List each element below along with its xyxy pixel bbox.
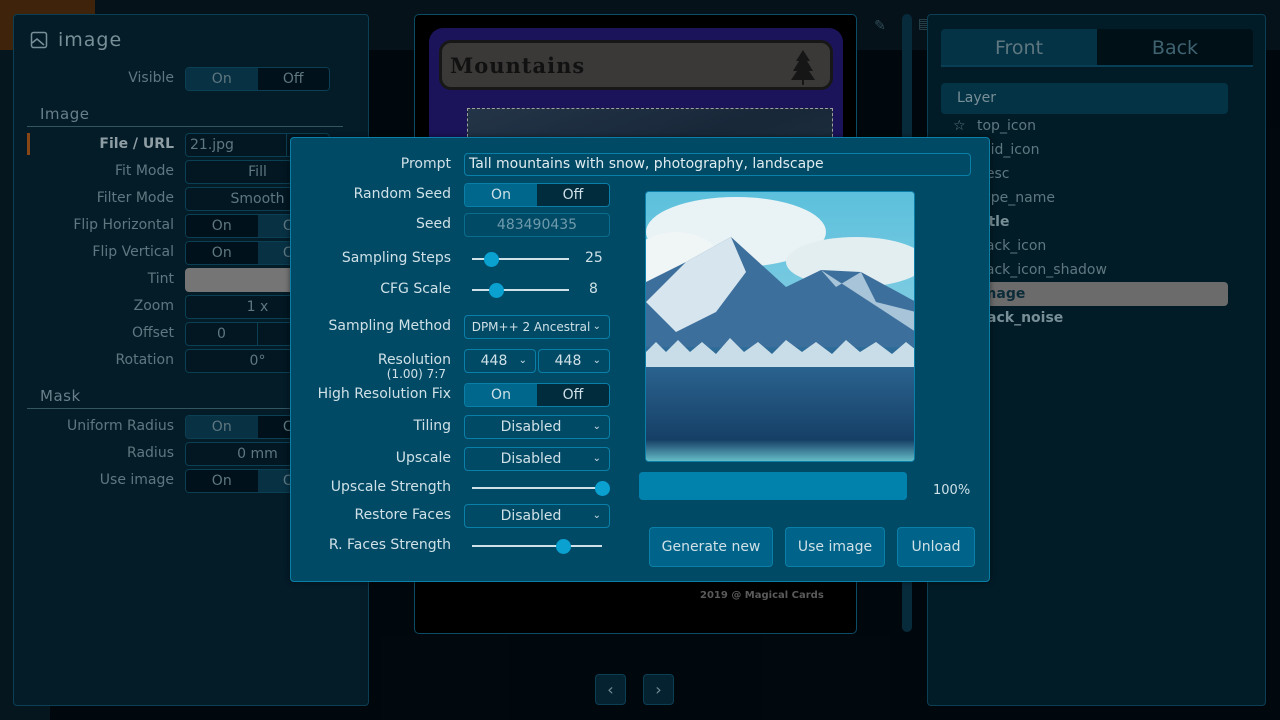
resolution-ratio: (1.00) 7:7 xyxy=(386,367,446,381)
flip-h-on[interactable]: On xyxy=(186,215,258,237)
visible-row: Visible On Off xyxy=(14,67,370,91)
hires-fix-row: High Resolution Fix On Off xyxy=(291,383,621,407)
tree-icon xyxy=(791,50,815,85)
chevron-down-icon: ⌄ xyxy=(592,355,601,366)
use-image-on[interactable]: On xyxy=(186,470,258,492)
upscale-strength-slider[interactable] xyxy=(472,481,610,496)
sampling-steps-value: 25 xyxy=(585,250,603,266)
chevron-down-icon: ⌄ xyxy=(592,421,601,432)
chevron-down-icon: ⌄ xyxy=(592,321,601,332)
random-seed-on[interactable]: On xyxy=(465,184,537,206)
tiling-select[interactable]: Disabled ⌄ xyxy=(464,415,610,439)
unload-button[interactable]: Unload xyxy=(897,527,975,567)
star-icon[interactable]: ☆ xyxy=(953,114,966,138)
sampling-steps-row: Sampling Steps 25 xyxy=(341,250,603,267)
resolution-height-select[interactable]: 448 ⌄ xyxy=(538,349,610,373)
upscale-strength-row: Upscale Strength xyxy=(291,476,621,500)
progress-percent: 100% xyxy=(933,483,971,498)
slider-knob[interactable] xyxy=(556,539,571,554)
visible-toggle[interactable]: On Off xyxy=(185,67,330,91)
sampling-steps-slider[interactable] xyxy=(472,252,569,267)
random-seed-row: Random Seed On Off xyxy=(291,183,621,207)
chevron-down-icon: ⌄ xyxy=(518,355,527,366)
side-tabs: Front Back xyxy=(941,29,1253,67)
chevron-right-icon: › xyxy=(655,680,662,699)
pencil-icon[interactable]: ✎ xyxy=(866,14,894,38)
generate-new-button[interactable]: Generate new xyxy=(649,527,773,567)
chevron-down-icon: ⌄ xyxy=(592,453,601,464)
layer-item[interactable]: ☆ top_icon xyxy=(941,114,1228,138)
section-mask: Mask xyxy=(40,387,81,405)
hires-fix-on[interactable]: On xyxy=(465,384,537,406)
generated-image-preview xyxy=(645,191,915,462)
seed-input[interactable]: 483490435 xyxy=(464,213,610,237)
faces-strength-slider[interactable] xyxy=(472,539,602,554)
card-title-bar[interactable]: Mountains xyxy=(439,40,833,90)
upscale-select[interactable]: Disabled ⌄ xyxy=(464,447,610,471)
generation-progress-bar xyxy=(639,472,907,500)
mountain-image xyxy=(646,192,914,461)
visible-off[interactable]: Off xyxy=(257,68,329,90)
tab-front[interactable]: Front xyxy=(941,29,1097,65)
next-card-button[interactable]: › xyxy=(643,674,674,705)
inspector-title: image xyxy=(30,29,122,51)
section-image: Image xyxy=(40,105,90,123)
progress-fill xyxy=(639,472,907,500)
use-image-button[interactable]: Use image xyxy=(785,527,885,567)
tab-back[interactable]: Back xyxy=(1097,29,1253,65)
image-icon xyxy=(30,31,48,49)
flip-v-on[interactable]: On xyxy=(186,242,258,264)
slider-knob[interactable] xyxy=(484,252,500,267)
image-generator-dialog: Prompt Tall mountains with snow, photogr… xyxy=(290,137,990,582)
cfg-scale-slider[interactable] xyxy=(472,283,569,298)
tiling-row: Tiling Disabled ⌄ xyxy=(291,415,621,439)
visible-on[interactable]: On xyxy=(186,68,258,90)
cfg-scale-row: CFG Scale 8 xyxy=(380,281,598,298)
cfg-scale-value: 8 xyxy=(589,281,598,297)
slider-knob[interactable] xyxy=(595,481,610,496)
offset-x-input[interactable]: 0 xyxy=(186,323,258,345)
hires-fix-toggle[interactable]: On Off xyxy=(464,383,610,407)
random-seed-toggle[interactable]: On Off xyxy=(464,183,610,207)
resolution-width-select[interactable]: 448 ⌄ xyxy=(464,349,536,373)
restore-faces-row: Restore Faces Disabled ⌄ xyxy=(291,504,621,528)
restore-faces-select[interactable]: Disabled ⌄ xyxy=(464,504,610,528)
upscale-row: Upscale Disabled ⌄ xyxy=(291,447,621,471)
chevron-down-icon: ⌄ xyxy=(592,510,601,521)
slider-knob[interactable] xyxy=(489,283,505,298)
card-name: Mountains xyxy=(450,53,586,78)
faces-strength-row: R. Faces Strength xyxy=(291,534,621,558)
sampling-method-row: Sampling Method DPM++ 2 Ancestral ⌄ xyxy=(291,315,621,339)
random-seed-off[interactable]: Off xyxy=(537,184,609,206)
uniform-radius-on[interactable]: On xyxy=(186,416,258,438)
chevron-left-icon: ‹ xyxy=(607,680,614,699)
prompt-input[interactable]: Tall mountains with snow, photography, l… xyxy=(464,153,971,176)
prev-card-button[interactable]: ‹ xyxy=(595,674,626,705)
card-copyright: 2019 @ Magical Cards xyxy=(700,590,824,601)
seed-row: Seed 483490435 xyxy=(291,213,621,237)
layer-header: Layer xyxy=(941,83,1228,114)
sampling-method-select[interactable]: DPM++ 2 Ancestral ⌄ xyxy=(464,315,610,339)
divider xyxy=(27,126,343,127)
hires-fix-off[interactable]: Off xyxy=(537,384,609,406)
resolution-row: Resolution (1.00) 7:7 448 ⌄ 448 ⌄ xyxy=(291,349,621,381)
